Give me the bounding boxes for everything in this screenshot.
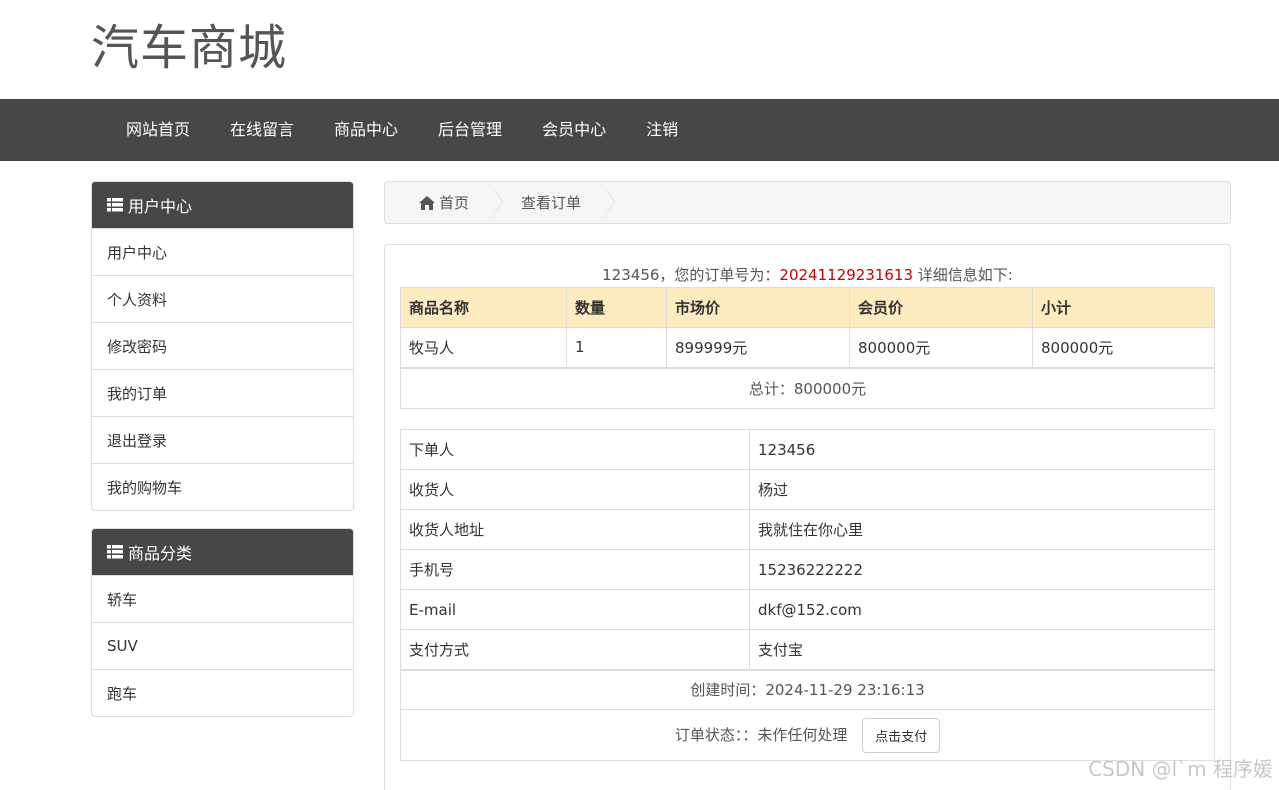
info-label: 支付方式 xyxy=(400,629,750,670)
created-time: 创建时间：2024-11-29 23:16:13 xyxy=(400,668,1215,710)
sidebar-item-logout[interactable]: 退出登录 xyxy=(92,416,353,463)
order-caption-suffix: 详细信息如下: xyxy=(913,266,1013,284)
category-item-sports[interactable]: 跑车 xyxy=(92,669,353,716)
info-value: 支付宝 xyxy=(749,629,1215,670)
category-panel-title: 商品分类 xyxy=(128,544,193,563)
order-detail-panel: 123456，您的订单号为：20241129231613 详细信息如下: 商品名… xyxy=(384,244,1231,790)
main-navbar: 网站首页 在线留言 商品中心 后台管理 会员中心 注销 xyxy=(0,99,1279,161)
breadcrumb-home-label: 首页 xyxy=(439,194,470,212)
col-product-name: 商品名称 xyxy=(400,287,567,328)
nav-member[interactable]: 会员中心 xyxy=(522,99,626,161)
info-label: 手机号 xyxy=(400,549,750,590)
category-item-sedan[interactable]: 轿车 xyxy=(92,575,353,622)
order-status: 订单状态：：未作任何处理 xyxy=(674,725,848,744)
nav-logout[interactable]: 注销 xyxy=(626,99,698,161)
total-row: 总计：800000元 xyxy=(400,366,1215,409)
order-number: 20241129231613 xyxy=(779,266,914,284)
nav-home[interactable]: 网站首页 xyxy=(106,99,210,161)
info-row: E-mail dkf@152.com xyxy=(400,589,1215,630)
user-center-panel-header: 用户中心 xyxy=(92,182,353,228)
sidebar-item-my-orders[interactable]: 我的订单 xyxy=(92,369,353,416)
cell-product-name: 牧马人 xyxy=(400,327,567,368)
cell-subtotal: 800000元 xyxy=(1032,327,1215,368)
nav-message[interactable]: 在线留言 xyxy=(210,99,314,161)
category-panel-header: 商品分类 xyxy=(92,529,353,575)
order-items-table: 商品名称 数量 市场价 会员价 小计 牧马人 1 899999元 800000元… xyxy=(400,287,1215,409)
nav-products[interactable]: 商品中心 xyxy=(314,99,418,161)
pay-button[interactable]: 点击支付 xyxy=(862,717,941,753)
user-center-panel-title: 用户中心 xyxy=(128,197,193,216)
created-time-row: 创建时间：2024-11-29 23:16:13 xyxy=(400,668,1215,710)
table-header-row: 商品名称 数量 市场价 会员价 小计 xyxy=(400,287,1215,328)
info-label: 收货人地址 xyxy=(400,509,750,550)
info-row: 收货人地址 我就住在你心里 xyxy=(400,509,1215,550)
sidebar-item-change-password[interactable]: 修改密码 xyxy=(92,322,353,369)
info-value: 15236222222 xyxy=(749,549,1215,590)
table-row: 牧马人 1 899999元 800000元 800000元 xyxy=(400,327,1215,368)
nav-admin[interactable]: 后台管理 xyxy=(418,99,522,161)
user-center-panel: 用户中心 用户中心 个人资料 修改密码 我的订单 退出登录 我的购物车 xyxy=(91,181,354,511)
order-caption: 123456，您的订单号为：20241129231613 详细信息如下: xyxy=(385,264,1230,285)
info-value: dkf@152.com xyxy=(749,589,1215,630)
order-total: 总计：800000元 xyxy=(400,366,1215,409)
info-label: 下单人 xyxy=(400,429,750,470)
order-info-table: 下单人 123456 收货人 杨过 收货人地址 我就住在你心里 手机号 1523… xyxy=(400,429,1215,761)
info-row: 下单人 123456 xyxy=(400,429,1215,470)
sidebar-item-cart[interactable]: 我的购物车 xyxy=(92,463,353,510)
list-icon xyxy=(107,545,123,559)
info-value: 我就住在你心里 xyxy=(749,509,1215,550)
cell-quantity: 1 xyxy=(566,327,667,368)
col-quantity: 数量 xyxy=(566,287,667,328)
breadcrumb-current: 查看订单 xyxy=(489,182,616,223)
col-market-price: 市场价 xyxy=(666,287,850,328)
watermark: CSDN @l`m 程序媛 xyxy=(1088,757,1273,781)
site-title: 汽车商城 xyxy=(91,20,288,76)
info-value: 杨过 xyxy=(749,469,1215,510)
order-caption-prefix: 123456，您的订单号为： xyxy=(602,266,780,284)
cell-market-price: 899999元 xyxy=(666,327,850,368)
home-icon xyxy=(419,195,435,210)
info-row: 手机号 15236222222 xyxy=(400,549,1215,590)
info-value: 123456 xyxy=(749,429,1215,470)
sidebar-item-user-center[interactable]: 用户中心 xyxy=(92,228,353,275)
info-label: E-mail xyxy=(400,589,750,630)
category-panel: 商品分类 轿车 SUV 跑车 xyxy=(91,528,354,717)
category-item-suv[interactable]: SUV xyxy=(92,622,353,669)
breadcrumb: 首页 查看订单 xyxy=(384,181,1231,224)
col-subtotal: 小计 xyxy=(1032,287,1215,328)
col-member-price: 会员价 xyxy=(849,287,1033,328)
info-row: 收货人 杨过 xyxy=(400,469,1215,510)
sidebar-item-profile[interactable]: 个人资料 xyxy=(92,275,353,322)
info-label: 收货人 xyxy=(400,469,750,510)
breadcrumb-home[interactable]: 首页 xyxy=(385,182,504,223)
info-row: 支付方式 支付宝 xyxy=(400,629,1215,670)
cell-member-price: 800000元 xyxy=(849,327,1033,368)
list-icon xyxy=(107,198,123,212)
